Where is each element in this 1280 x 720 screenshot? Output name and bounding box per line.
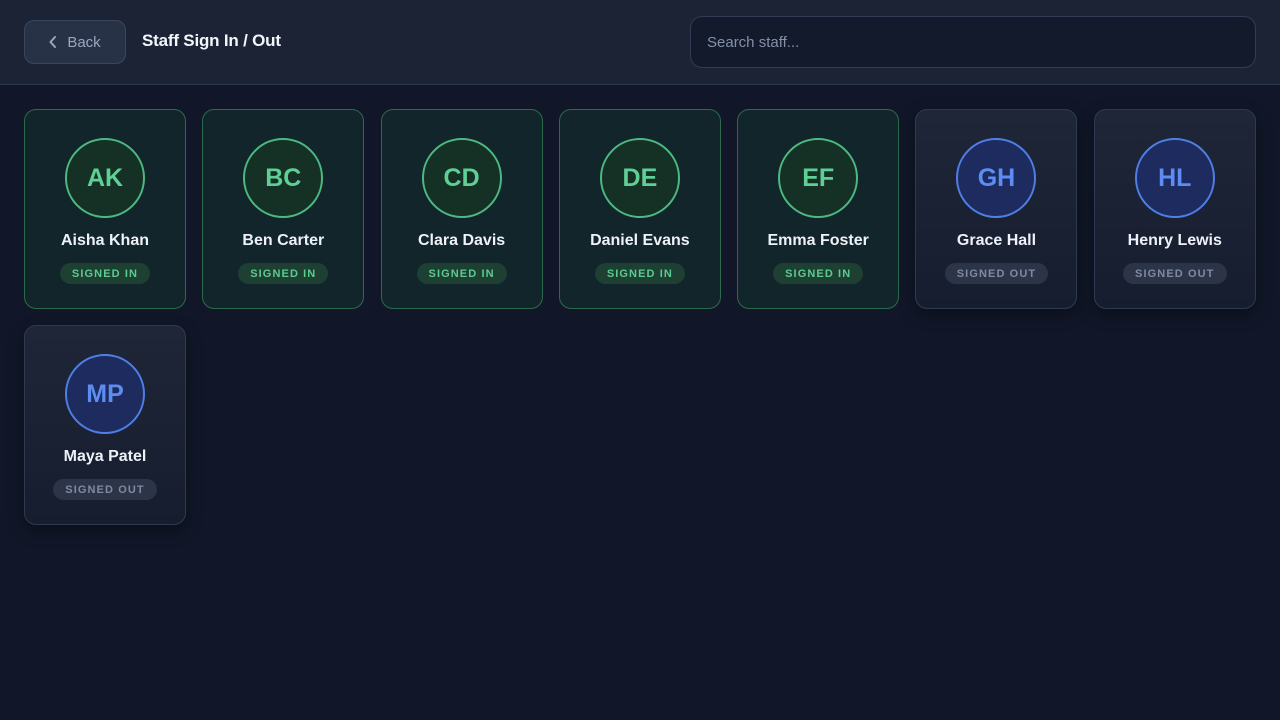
staff-name: Henry Lewis [1127,232,1222,249]
status-badge: SIGNED IN [238,263,329,284]
staff-card[interactable]: CD Clara Davis SIGNED IN [380,109,543,309]
back-button[interactable]: Back [24,20,126,64]
status-badge: SIGNED IN [59,263,151,284]
status-badge: SIGNED OUT [53,479,157,500]
staff-card[interactable]: HL Henry Lewis SIGNED OUT [1093,109,1256,309]
chevron-left-icon [49,36,57,48]
staff-card[interactable]: GH Grace Hall SIGNED OUT [915,109,1078,309]
status-badge: SIGNED IN [594,263,685,284]
status-badge: SIGNED IN [773,263,864,284]
top-bar: Back Staff Sign In / Out [0,0,1280,85]
avatar: MP [65,354,145,434]
staff-card[interactable]: BC Ben Carter SIGNED IN [202,109,365,309]
back-button-label: Back [67,33,101,51]
staff-card[interactable]: MP Maya Patel SIGNED OUT [24,325,186,525]
avatar: EF [778,138,859,218]
staff-name: Grace Hall [956,232,1037,249]
staff-name: Maya Patel [63,448,147,465]
staff-card[interactable]: AK Aisha Khan SIGNED IN [24,109,186,309]
search-input[interactable] [690,16,1256,68]
status-badge: SIGNED OUT [1123,263,1227,284]
avatar: BC [243,138,324,218]
avatar: DE [599,138,680,218]
staff-name: Aisha Khan [60,232,149,249]
avatar: HL [1134,138,1215,218]
avatar: GH [956,138,1037,218]
staff-name: Emma Foster [767,232,869,249]
staff-name: Clara Davis [418,232,506,249]
status-badge: SIGNED IN [416,263,507,284]
staff-name: Daniel Evans [590,232,690,249]
staff-grid: AK Aisha Khan SIGNED IN BC Ben Carter SIGNED … [24,109,1256,525]
staff-card[interactable]: EF Emma Foster SIGNED IN [737,109,900,309]
staff-card[interactable]: DE Daniel Evans SIGNED IN [558,109,721,309]
avatar: CD [421,138,502,218]
staff-name: Ben Carter [242,232,325,249]
avatar: AK [65,138,145,218]
status-badge: SIGNED OUT [944,263,1049,284]
page-title: Staff Sign In / Out [142,31,281,50]
